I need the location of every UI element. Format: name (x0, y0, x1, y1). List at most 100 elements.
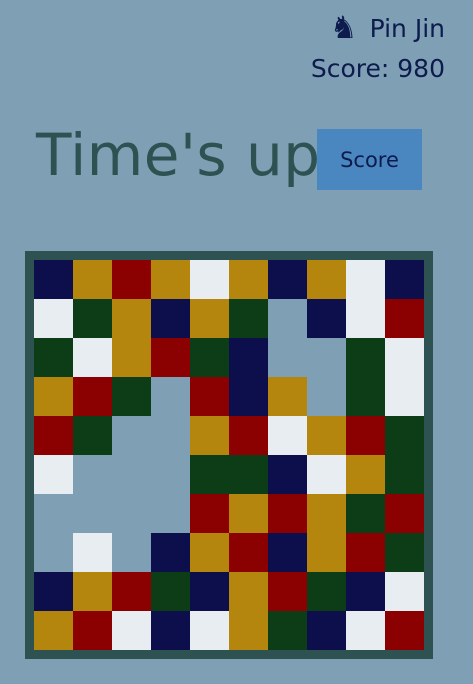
tile-red[interactable] (346, 533, 385, 572)
tile-green[interactable] (73, 299, 112, 338)
tile-green[interactable] (346, 377, 385, 416)
tile-white[interactable] (112, 611, 151, 650)
tile-white[interactable] (346, 260, 385, 299)
tile-white[interactable] (190, 260, 229, 299)
tile-white[interactable] (34, 455, 73, 494)
tile-green[interactable] (190, 338, 229, 377)
tile-gold[interactable] (34, 611, 73, 650)
tile-navy[interactable] (229, 377, 268, 416)
tile-navy[interactable] (307, 299, 346, 338)
tile-navy[interactable] (34, 572, 73, 611)
tile-green[interactable] (307, 572, 346, 611)
empty-cell (112, 416, 151, 455)
tile-red[interactable] (73, 377, 112, 416)
tile-white[interactable] (307, 455, 346, 494)
tile-green[interactable] (151, 572, 190, 611)
tile-green[interactable] (346, 494, 385, 533)
tile-red[interactable] (112, 572, 151, 611)
empty-cell (268, 338, 307, 377)
tile-red[interactable] (190, 377, 229, 416)
tile-gold[interactable] (307, 494, 346, 533)
tile-red[interactable] (229, 533, 268, 572)
empty-cell (151, 377, 190, 416)
game-board (25, 251, 433, 659)
tile-gold[interactable] (346, 455, 385, 494)
tile-navy[interactable] (190, 572, 229, 611)
tile-gold[interactable] (268, 377, 307, 416)
tile-navy[interactable] (151, 299, 190, 338)
tile-green[interactable] (229, 299, 268, 338)
tile-red[interactable] (268, 494, 307, 533)
tile-green[interactable] (268, 611, 307, 650)
tile-gold[interactable] (229, 572, 268, 611)
tile-navy[interactable] (385, 260, 424, 299)
tile-white[interactable] (73, 338, 112, 377)
tile-red[interactable] (229, 416, 268, 455)
empty-cell (112, 494, 151, 533)
tile-white[interactable] (385, 377, 424, 416)
tile-red[interactable] (346, 416, 385, 455)
tile-white[interactable] (268, 416, 307, 455)
tile-red[interactable] (34, 416, 73, 455)
chess-knight-icon: ♞ (329, 9, 358, 46)
tile-green[interactable] (385, 455, 424, 494)
tile-red[interactable] (73, 611, 112, 650)
tile-green[interactable] (112, 377, 151, 416)
tile-navy[interactable] (151, 533, 190, 572)
tile-navy[interactable] (34, 260, 73, 299)
tile-red[interactable] (268, 572, 307, 611)
tile-gold[interactable] (229, 611, 268, 650)
empty-cell (268, 299, 307, 338)
tile-navy[interactable] (151, 611, 190, 650)
tile-white[interactable] (34, 299, 73, 338)
tile-gold[interactable] (307, 416, 346, 455)
tile-gold[interactable] (307, 533, 346, 572)
tile-navy[interactable] (307, 611, 346, 650)
tile-gold[interactable] (112, 299, 151, 338)
tile-gold[interactable] (151, 260, 190, 299)
tile-gold[interactable] (73, 572, 112, 611)
empty-cell (151, 416, 190, 455)
tile-gold[interactable] (73, 260, 112, 299)
tile-navy[interactable] (268, 455, 307, 494)
tile-green[interactable] (229, 455, 268, 494)
tile-navy[interactable] (268, 533, 307, 572)
tile-green[interactable] (190, 455, 229, 494)
tile-gold[interactable] (307, 260, 346, 299)
tile-red[interactable] (151, 338, 190, 377)
tile-gold[interactable] (190, 416, 229, 455)
tile-gold[interactable] (190, 533, 229, 572)
tile-gold[interactable] (34, 377, 73, 416)
tile-gold[interactable] (112, 338, 151, 377)
tile-green[interactable] (385, 416, 424, 455)
tile-navy[interactable] (229, 338, 268, 377)
tile-red[interactable] (190, 494, 229, 533)
tile-white[interactable] (346, 299, 385, 338)
tile-gold[interactable] (190, 299, 229, 338)
tile-red[interactable] (385, 494, 424, 533)
tile-navy[interactable] (346, 572, 385, 611)
tile-red[interactable] (385, 299, 424, 338)
tile-green[interactable] (346, 338, 385, 377)
tile-red[interactable] (385, 611, 424, 650)
tile-white[interactable] (385, 338, 424, 377)
player-header: ♞ Pin Jin Score: 980 (311, 8, 445, 81)
tile-white[interactable] (346, 611, 385, 650)
tile-gold[interactable] (229, 494, 268, 533)
tile-green[interactable] (73, 416, 112, 455)
player-name: Pin Jin (369, 13, 445, 43)
tile-navy[interactable] (268, 260, 307, 299)
tile-red[interactable] (112, 260, 151, 299)
empty-cell (34, 494, 73, 533)
empty-cell (112, 533, 151, 572)
tile-white[interactable] (190, 611, 229, 650)
tile-white[interactable] (385, 572, 424, 611)
tile-green[interactable] (385, 533, 424, 572)
empty-cell (73, 455, 112, 494)
tile-green[interactable] (34, 338, 73, 377)
score-button[interactable]: Score (317, 129, 422, 190)
tile-white[interactable] (73, 533, 112, 572)
score-display: Score: 980 (310, 54, 445, 83)
empty-cell (307, 377, 346, 416)
tile-gold[interactable] (229, 260, 268, 299)
